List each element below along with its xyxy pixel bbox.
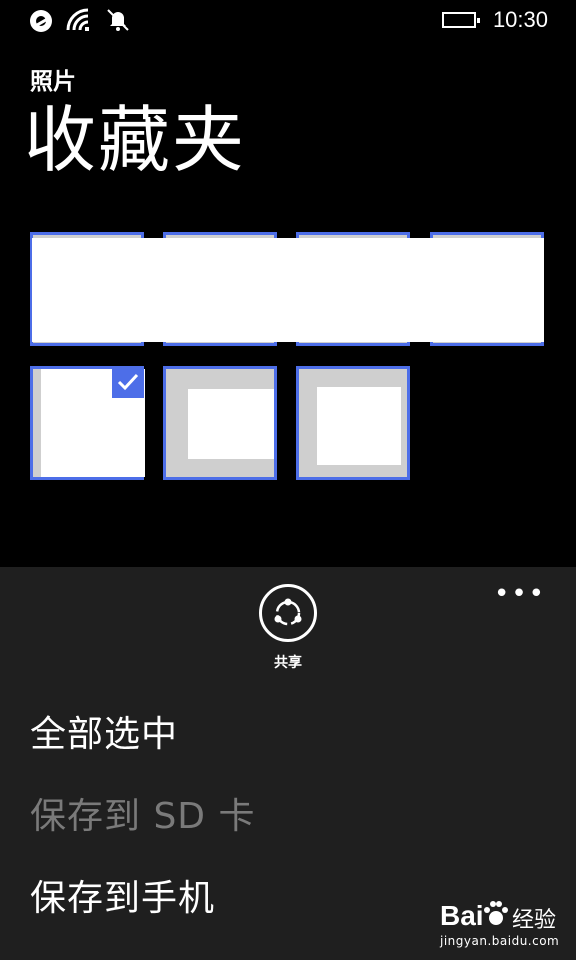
status-bar: 10:30 <box>0 0 576 44</box>
photo-tile-7[interactable] <box>296 366 410 480</box>
photo-image <box>188 389 274 459</box>
more-options-button[interactable]: ••• <box>494 581 546 607</box>
clock: 10:30 <box>492 7 548 32</box>
redaction-overlay <box>32 238 544 342</box>
share-icon <box>274 598 302 626</box>
menu-save-to-sd: 保存到 SD 卡 <box>30 796 256 837</box>
app-name: 照片 <box>30 69 76 95</box>
bell-muted-icon <box>106 8 130 36</box>
watermark-url: jingyan.baidu.com <box>440 934 560 948</box>
paw-icon <box>480 898 512 934</box>
wifi-icon <box>66 8 94 36</box>
watermark-logo: Bai <box>440 900 484 931</box>
photo-tile-5-selected[interactable] <box>30 366 145 480</box>
share-label: 共享 <box>274 655 302 671</box>
menu-save-to-phone[interactable]: 保存到手机 <box>30 869 215 921</box>
selected-checkmark-icon <box>112 366 144 398</box>
page-title: 收藏夹 <box>24 98 247 182</box>
watermark-suffix: 经验 <box>512 908 557 933</box>
battery-icon <box>442 12 480 28</box>
share-button[interactable] <box>259 584 317 642</box>
photo-image <box>317 387 401 465</box>
photo-tile-6[interactable] <box>163 366 277 480</box>
menu-select-all[interactable]: 全部选中 <box>30 705 178 757</box>
data-sense-icon <box>28 8 54 38</box>
baidu-jingyan-watermark: Bai 经验 jingyan.baidu.com <box>440 900 570 950</box>
